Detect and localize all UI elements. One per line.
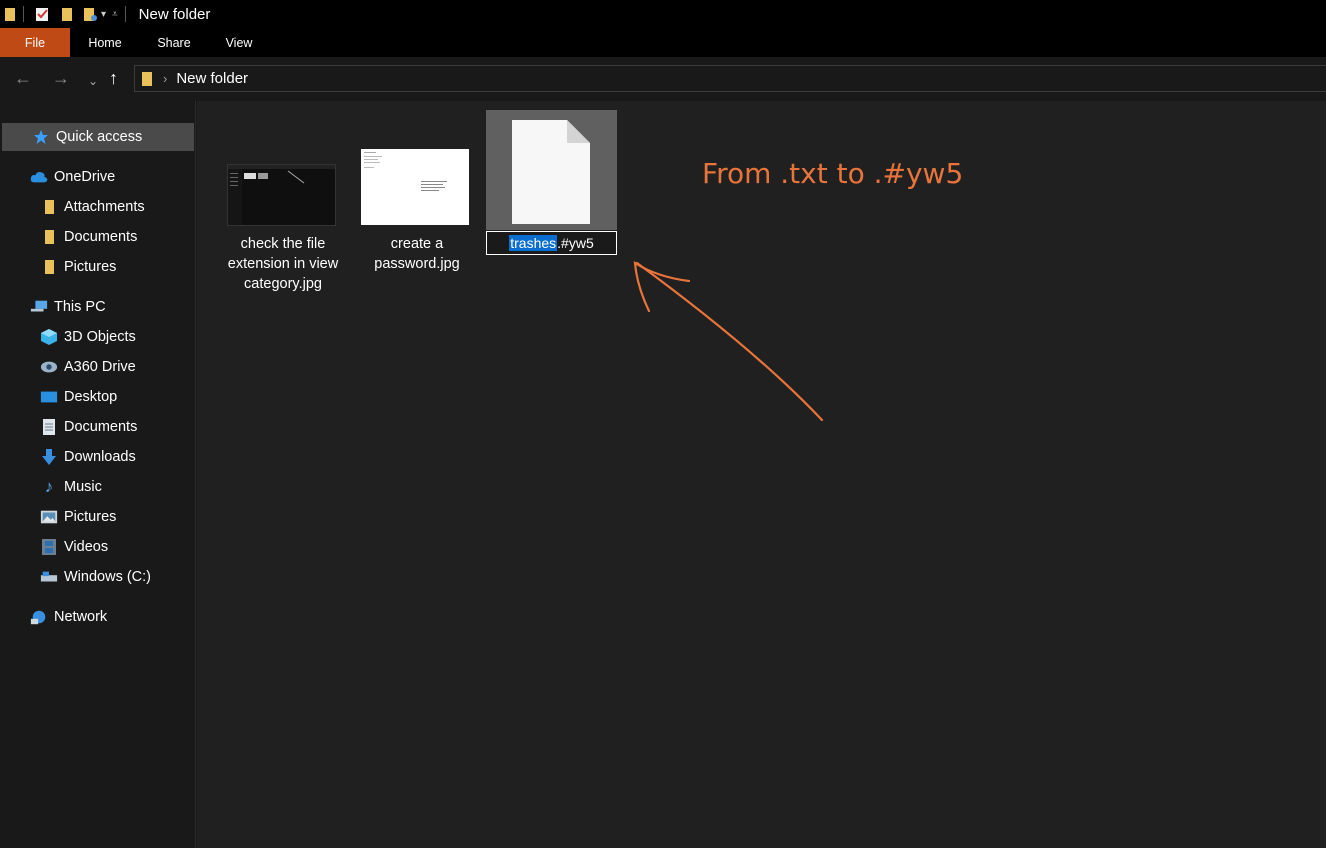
sidebar-item-onedrive[interactable]: OneDrive bbox=[30, 163, 115, 191]
sidebar-item-3d-objects[interactable]: 3D Objects bbox=[40, 323, 136, 351]
annotation-text: From .txt to .#yw5 bbox=[702, 157, 964, 190]
picture-icon bbox=[40, 508, 58, 526]
sidebar-item-music[interactable]: ♪ Music bbox=[40, 473, 102, 501]
sidebar-item-label: Pictures bbox=[64, 509, 117, 525]
screenshot-thumbnail-image bbox=[228, 165, 335, 225]
properties-icon[interactable] bbox=[35, 7, 51, 22]
sidebar-item-label: Desktop bbox=[64, 389, 118, 405]
file-list-pane: check the file extension in view categor… bbox=[197, 101, 1326, 848]
sidebar-item-pc-documents[interactable]: Documents bbox=[40, 413, 137, 441]
tab-view[interactable]: View bbox=[208, 28, 270, 57]
desktop-icon bbox=[40, 388, 58, 406]
new-folder-icon[interactable] bbox=[61, 7, 73, 22]
blank-file-icon bbox=[512, 120, 590, 224]
file-name-line: create a bbox=[390, 236, 444, 252]
sidebar-item-label: Videos bbox=[64, 539, 109, 555]
file-name[interactable]: check the file extension in view categor… bbox=[215, 234, 351, 294]
address-bar[interactable]: › New folder bbox=[134, 65, 1326, 92]
forward-arrow-icon[interactable]: → bbox=[52, 68, 70, 88]
sidebar-item-quick-access[interactable]: Quick access bbox=[2, 123, 194, 151]
file-thumbnail[interactable] bbox=[227, 164, 336, 226]
sidebar-item-network[interactable]: Network bbox=[30, 603, 107, 631]
rename-extension-text: .#yw5 bbox=[557, 235, 594, 251]
sidebar-item-label: Pictures bbox=[64, 259, 117, 275]
rename-input[interactable]: trashes .#yw5 bbox=[486, 231, 617, 255]
sidebar-item-label: This PC bbox=[54, 299, 106, 315]
chevron-down-icon[interactable]: ▾ bbox=[101, 9, 106, 20]
selected-file-tile[interactable] bbox=[486, 110, 617, 230]
rename-selected-text: trashes bbox=[509, 235, 558, 251]
download-icon bbox=[40, 448, 58, 466]
window-title: New folder bbox=[138, 5, 211, 23]
folder-icon bbox=[40, 258, 58, 276]
separator bbox=[23, 6, 24, 22]
folder-icon bbox=[40, 228, 58, 246]
sidebar-item-windows-c[interactable]: Windows (C:) bbox=[40, 563, 151, 591]
computer-icon bbox=[30, 298, 48, 316]
sidebar-item-downloads[interactable]: Downloads bbox=[40, 443, 136, 471]
folder-icon bbox=[40, 198, 58, 216]
network-icon bbox=[30, 608, 48, 626]
document-icon bbox=[40, 418, 58, 436]
sidebar-item-label: Attachments bbox=[64, 199, 145, 215]
sidebar-item-desktop[interactable]: Desktop bbox=[40, 383, 117, 411]
file-name-line: extension in view bbox=[227, 256, 339, 272]
sidebar-item-documents[interactable]: Documents bbox=[40, 223, 137, 251]
file-name-line: password.jpg bbox=[374, 256, 460, 272]
sidebar-item-label: OneDrive bbox=[54, 169, 116, 185]
document-thumbnail-image bbox=[364, 152, 447, 191]
sidebar-item-label: Downloads bbox=[64, 449, 136, 465]
tab-file[interactable]: File bbox=[0, 28, 70, 57]
drive-icon bbox=[40, 358, 58, 376]
sidebar-item-pc-pictures[interactable]: Pictures bbox=[40, 503, 116, 531]
folder-icon bbox=[5, 7, 15, 21]
navigation-pane: Quick access OneDrive Attachments Docume… bbox=[0, 101, 196, 848]
sidebar-item-pictures[interactable]: Pictures bbox=[40, 253, 116, 281]
music-note-icon: ♪ bbox=[44, 477, 54, 496]
up-arrow-icon[interactable]: ↑ bbox=[109, 68, 118, 88]
sidebar-item-label: Windows (C:) bbox=[64, 569, 152, 585]
star-icon bbox=[32, 128, 50, 146]
recent-locations-chevron-icon[interactable]: ⌄ bbox=[88, 71, 98, 91]
cube-icon bbox=[40, 328, 58, 346]
file-thumbnail[interactable] bbox=[361, 149, 469, 225]
title-bar: ▾ ⩡ New folder bbox=[0, 0, 1326, 28]
sidebar-item-this-pc[interactable]: This PC bbox=[30, 293, 106, 321]
file-name[interactable]: create a password.jpg bbox=[357, 234, 477, 274]
file-name-line: category.jpg bbox=[244, 276, 322, 292]
sidebar-item-label: Quick access bbox=[56, 129, 143, 145]
ribbon-tabs: File Home Share View bbox=[0, 28, 1326, 57]
sidebar-item-a360-drive[interactable]: A360 Drive bbox=[40, 353, 136, 381]
sidebar-item-attachments[interactable]: Attachments bbox=[40, 193, 145, 221]
sidebar-item-label: Documents bbox=[64, 419, 138, 435]
sidebar-item-label: Music bbox=[64, 479, 102, 495]
customize-toolbar-icon[interactable]: ⩡ bbox=[112, 9, 118, 20]
tab-share[interactable]: Share bbox=[140, 28, 208, 57]
cloud-icon bbox=[30, 168, 48, 186]
film-icon bbox=[40, 538, 58, 556]
sidebar-item-label: 3D Objects bbox=[64, 329, 136, 345]
folder-pin-icon[interactable] bbox=[83, 7, 99, 22]
sidebar-item-label: Network bbox=[54, 609, 108, 625]
sidebar-item-label: Documents bbox=[64, 229, 138, 245]
sidebar-item-label: A360 Drive bbox=[64, 359, 136, 375]
sidebar-item-videos[interactable]: Videos bbox=[40, 533, 108, 561]
folder-icon bbox=[142, 71, 152, 86]
back-arrow-icon[interactable]: ← bbox=[14, 68, 32, 88]
separator bbox=[124, 6, 126, 22]
hard-drive-icon bbox=[40, 568, 58, 586]
chevron-right-icon[interactable]: › bbox=[163, 71, 167, 86]
navigation-bar: ← → ⌄ ↑ › New folder bbox=[0, 57, 1326, 101]
tab-home[interactable]: Home bbox=[70, 28, 140, 57]
file-name-line: check the file bbox=[240, 236, 326, 252]
breadcrumb[interactable]: New folder bbox=[176, 70, 248, 87]
